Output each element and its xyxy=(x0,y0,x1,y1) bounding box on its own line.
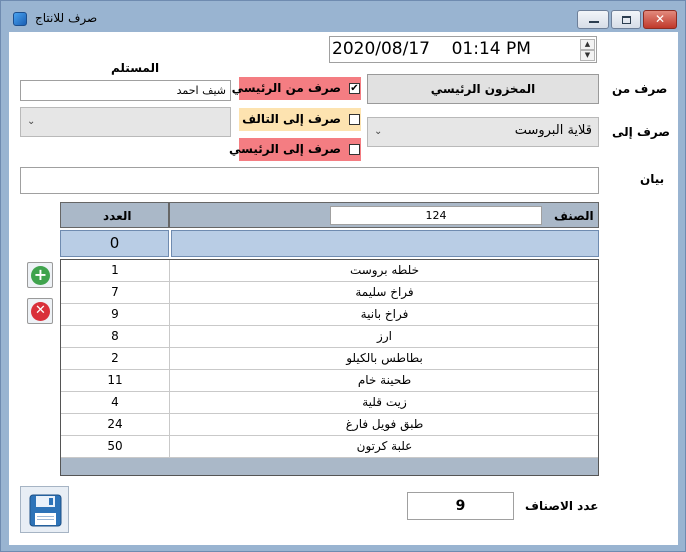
row-count: 1 xyxy=(61,260,170,281)
item-search-input[interactable]: 124 xyxy=(330,206,542,225)
statement-label: بيان xyxy=(640,172,665,186)
maximize-icon xyxy=(622,16,631,24)
spin-up-button[interactable]: ▲ xyxy=(580,39,595,50)
row-count: 7 xyxy=(61,282,170,303)
option-from-main-label: صرف من الرئيسي xyxy=(231,81,341,95)
option-to-waste-label: صرف إلى التالف xyxy=(242,112,341,126)
window-title: صرف للانتاج xyxy=(35,11,98,25)
items-table: 1 خلطه بروست 7 فراخ سليمة 9 فراخ بانية 8… xyxy=(60,259,599,476)
close-icon: ✕ xyxy=(654,12,666,26)
table-row[interactable]: 1 خلطه بروست xyxy=(61,260,598,282)
row-item-name: طبق فويل فارغ xyxy=(345,417,424,431)
checkbox-to-main[interactable] xyxy=(349,144,360,155)
items-count-label: عدد الاصناف xyxy=(525,499,599,513)
item-header-label: الصنف xyxy=(554,209,594,223)
table-row[interactable]: 4 زيت قلية xyxy=(61,392,598,414)
to-store-combo[interactable]: ⌄ قلاية البروست xyxy=(367,117,599,147)
row-count: 9 xyxy=(61,304,170,325)
save-button[interactable] xyxy=(20,486,69,533)
minimize-button[interactable] xyxy=(577,10,609,29)
close-circle-icon: ✕ xyxy=(31,302,50,321)
row-count: 2 xyxy=(61,348,170,369)
receiver-label: المستلم xyxy=(111,61,160,75)
receiver-input[interactable]: شيف احمد xyxy=(20,80,231,101)
row-item-name: بطاطس بالكيلو xyxy=(346,351,423,365)
item-search-value: 124 xyxy=(425,209,447,222)
spin-down-button[interactable]: ▼ xyxy=(580,50,595,61)
minimize-icon xyxy=(589,21,599,23)
count-header-label: العدد xyxy=(103,209,132,223)
chevron-down-icon: ⌄ xyxy=(374,126,383,137)
option-to-waste[interactable]: صرف إلى التالف xyxy=(239,108,361,131)
delete-row-button[interactable]: ✕ xyxy=(27,298,53,324)
statement-input[interactable] xyxy=(20,167,599,194)
table-footer xyxy=(61,458,598,475)
floppy-disk-icon xyxy=(29,494,62,527)
add-row-button[interactable]: + xyxy=(27,262,53,288)
entry-count-cell[interactable]: 0 xyxy=(60,230,169,257)
row-count: 8 xyxy=(61,326,170,347)
checkbox-to-waste[interactable] xyxy=(349,114,360,125)
row-item-name: خلطه بروست xyxy=(349,263,420,277)
items-count-value: 9 xyxy=(455,498,466,514)
maximize-button[interactable] xyxy=(611,10,641,29)
option-to-main[interactable]: صرف إلى الرئيسي xyxy=(229,138,361,161)
receiver-combo[interactable]: ⌄ xyxy=(20,107,231,137)
option-from-main[interactable]: ✔ صرف من الرئيسي xyxy=(232,77,361,100)
option-to-main-label: صرف إلى الرئيسي xyxy=(229,142,341,156)
row-count: 4 xyxy=(61,392,170,413)
entry-count-value: 0 xyxy=(109,234,120,252)
close-button[interactable]: ✕ xyxy=(643,10,677,29)
checkbox-from-main[interactable]: ✔ xyxy=(349,83,360,94)
table-row[interactable]: 7 فراخ سليمة xyxy=(61,282,598,304)
table-row[interactable]: 9 فراخ بانية xyxy=(61,304,598,326)
row-count: 50 xyxy=(61,436,170,457)
plus-icon: + xyxy=(31,266,50,285)
app-icon xyxy=(13,12,27,26)
chevron-down-icon: ⌄ xyxy=(27,116,36,127)
datetime-picker[interactable]: 2020/08/17 01:14 PM ▲ ▼ xyxy=(329,36,597,63)
row-item-name: علبة كرتون xyxy=(356,439,413,453)
table-row[interactable]: 50 علبة كرتون xyxy=(61,436,598,458)
table-row[interactable]: 8 ارز xyxy=(61,326,598,348)
row-item-name: فراخ بانية xyxy=(360,307,409,321)
from-label: صرف من xyxy=(612,82,668,96)
datetime-value: 2020/08/17 01:14 PM xyxy=(332,39,531,59)
items-count-field: 9 xyxy=(407,492,514,520)
from-store-button[interactable]: المخزون الرئيسي xyxy=(367,74,599,104)
entry-item-cell[interactable] xyxy=(171,230,599,257)
row-count: 24 xyxy=(61,414,170,435)
count-column-header: العدد xyxy=(60,202,169,228)
table-row[interactable]: 11 طحينة خام xyxy=(61,370,598,392)
receiver-value: شيف احمد xyxy=(176,84,226,97)
item-column-header: 124 الصنف xyxy=(169,202,599,228)
to-store-value: قلاية البروست xyxy=(514,123,592,138)
row-item-name: فراخ سليمة xyxy=(355,285,414,299)
title-bar: صرف للانتاج ✕ xyxy=(1,1,685,32)
row-item-name: ارز xyxy=(377,329,392,343)
row-item-name: طحينة خام xyxy=(357,373,412,387)
from-store-value: المخزون الرئيسي xyxy=(430,82,536,96)
table-row[interactable]: 24 طبق فويل فارغ xyxy=(61,414,598,436)
table-row[interactable]: 2 بطاطس بالكيلو xyxy=(61,348,598,370)
row-item-name: زيت قلية xyxy=(362,395,407,409)
row-count: 11 xyxy=(61,370,170,391)
to-label: صرف إلى xyxy=(612,125,670,139)
